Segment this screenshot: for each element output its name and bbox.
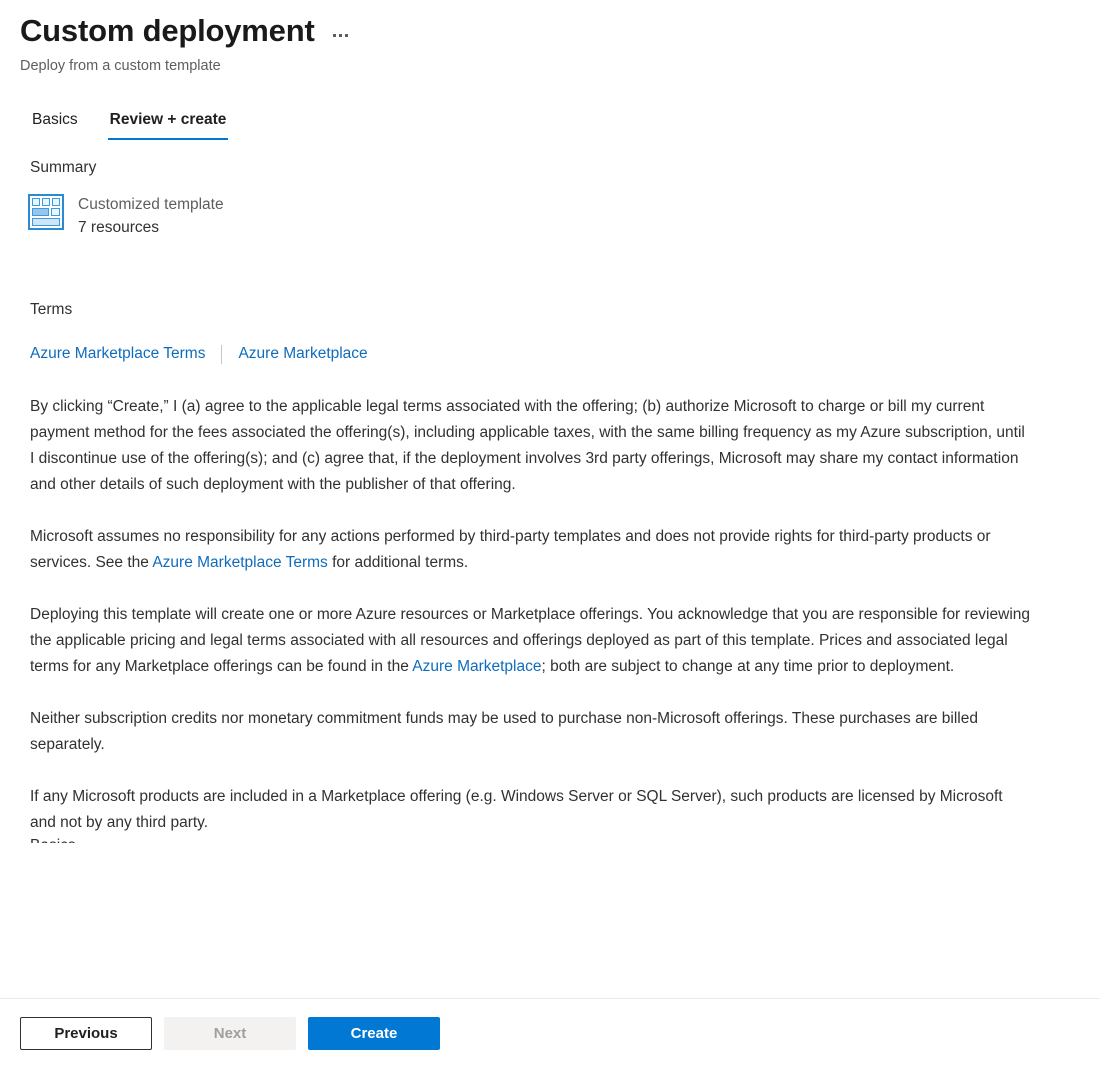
title-row: Custom deployment <box>20 12 1080 50</box>
ellipsis-horizontal-icon[interactable] <box>329 26 352 44</box>
blade-content: Summary Customized template 7 resources … <box>0 140 1100 998</box>
ellipsis-dot <box>344 33 348 37</box>
summary-text: Customized template 7 resources <box>78 194 224 238</box>
terms-section-label: Terms <box>30 301 73 318</box>
terms-text: ; both are subject to change at any time… <box>541 658 955 675</box>
terms-links: Azure Marketplace Terms Azure Marketplac… <box>30 344 1080 364</box>
link-azure-marketplace-terms[interactable]: Azure Marketplace Terms <box>30 344 205 364</box>
link-azure-marketplace[interactable]: Azure Marketplace <box>238 344 367 364</box>
terms-text: for additional terms. <box>327 554 469 571</box>
terms-text: If any Microsoft products are included i… <box>30 788 1003 831</box>
inline-link[interactable]: Azure Marketplace <box>412 658 541 675</box>
inline-link[interactable]: Azure Marketplace Terms <box>152 554 327 571</box>
summary-template-name: Customized template <box>78 196 224 213</box>
previous-button[interactable]: Previous <box>20 1017 152 1050</box>
page-subtitle: Deploy from a custom template <box>20 58 221 74</box>
terms-paragraph: By clicking “Create,” I (a) agree to the… <box>30 394 1030 498</box>
terms-paragraph: Deploying this template will create one … <box>30 602 1030 680</box>
create-button[interactable]: Create <box>308 1017 440 1050</box>
ellipsis-dot <box>332 33 336 37</box>
terms-paragraph: Neither subscription credits nor monetar… <box>30 706 1030 758</box>
terms-text: By clicking “Create,” I (a) agree to the… <box>30 398 1025 493</box>
summary-section-label: Summary <box>30 159 97 176</box>
terms-body: By clicking “Create,” I (a) agree to the… <box>30 394 1030 836</box>
terms-paragraph: Microsoft assumes no responsibility for … <box>30 524 1030 576</box>
next-button: Next <box>164 1017 296 1050</box>
terms-paragraph: If any Microsoft products are included i… <box>30 784 1030 836</box>
tab-basics[interactable]: Basics <box>30 106 80 140</box>
link-divider <box>221 344 223 364</box>
template-grid-icon <box>28 194 64 230</box>
wizard-tabs: Basics Review + create <box>30 106 1080 140</box>
ellipsis-dot <box>338 33 342 37</box>
terms-text: Neither subscription credits nor monetar… <box>30 710 978 753</box>
blade-header: Custom deployment Deploy from a custom t… <box>0 0 1100 140</box>
custom-deployment-blade: Custom deployment Deploy from a custom t… <box>0 0 1100 1070</box>
page-title: Custom deployment <box>20 13 315 48</box>
clipped-next-heading: Basics <box>30 836 1080 843</box>
tab-review-create[interactable]: Review + create <box>107 106 229 140</box>
summary-row: Customized template 7 resources <box>28 194 1080 238</box>
summary-resource-count: 7 resources <box>78 219 159 236</box>
wizard-footer: Previous Next Create <box>0 998 1100 1070</box>
